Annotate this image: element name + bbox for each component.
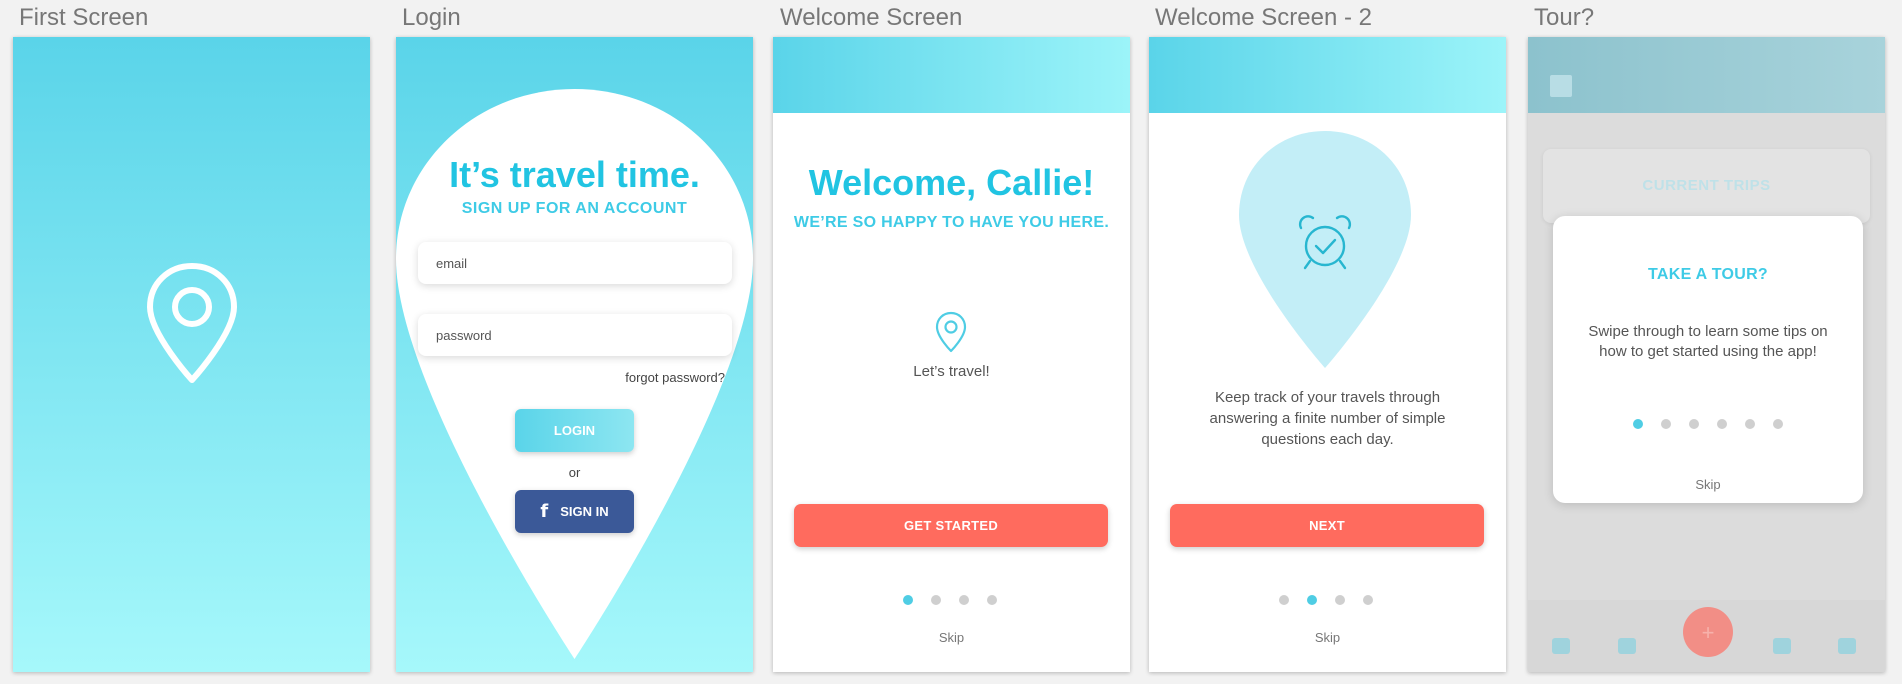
pagination-dots <box>1633 419 1783 429</box>
page-dot[interactable] <box>1363 595 1373 605</box>
add-trip-button[interactable]: + <box>1683 607 1733 657</box>
page-dot[interactable] <box>1689 419 1699 429</box>
page-dot[interactable] <box>1661 419 1671 429</box>
header-bar <box>1528 37 1885 113</box>
bell-icon[interactable] <box>1838 638 1856 654</box>
page-dot[interactable] <box>931 595 941 605</box>
or-separator: or <box>568 465 581 480</box>
artboard-title-first: First Screen <box>19 4 149 31</box>
suitcase-icon[interactable] <box>1618 638 1636 654</box>
facebook-icon: f <box>540 501 549 522</box>
header-bar <box>773 37 1130 113</box>
login-button[interactable]: LOGIN <box>515 409 634 452</box>
page-dot[interactable] <box>903 595 913 605</box>
alarm-clock-icon <box>1298 215 1352 270</box>
login-headline: It’s travel time. <box>449 154 700 195</box>
artboard-title-welcome-2: Welcome Screen - 2 <box>1155 4 1372 31</box>
artboard-title-login: Login <box>402 4 461 31</box>
artboard-title-welcome: Welcome Screen <box>780 4 963 31</box>
page-dot[interactable] <box>1279 595 1289 605</box>
welcome-headline: Welcome, Callie! <box>808 162 1095 203</box>
welcome-artboard: Welcome, Callie! WE’RE SO HAPPY TO HAVE … <box>773 37 1130 672</box>
intro-body-text: Keep track of your travels through answe… <box>1209 389 1446 448</box>
page-dot[interactable] <box>1717 419 1727 429</box>
tour-artboard: CURRENT TRIPS + TAKE A TOUR? Swipe throu… <box>1528 37 1885 672</box>
page-dot[interactable] <box>1773 419 1783 429</box>
page-dot[interactable] <box>1745 419 1755 429</box>
skip-link[interactable]: Skip <box>1553 477 1863 492</box>
skip-link[interactable]: Skip <box>773 630 1130 645</box>
plus-icon: + <box>1701 620 1715 645</box>
get-started-button[interactable]: GET STARTED <box>794 504 1108 547</box>
facebook-sign-in-button[interactable]: f SIGN IN <box>515 490 634 533</box>
user-icon[interactable] <box>1773 638 1791 654</box>
email-input[interactable] <box>418 242 732 284</box>
modal-body-text: Swipe through to learn some tips on how … <box>1588 323 1828 360</box>
lets-travel-caption: Let’s travel! <box>913 363 990 380</box>
pagination-dots <box>1279 595 1373 605</box>
pagination-dots <box>903 595 997 605</box>
artboard-title-tour: Tour? <box>1534 4 1595 31</box>
menu-icon[interactable] <box>1550 75 1572 97</box>
current-trips-card[interactable]: CURRENT TRIPS <box>1543 149 1870 223</box>
welcome-subheading: WE’RE SO HAPPY TO HAVE YOU HERE. <box>793 214 1110 231</box>
page-dot[interactable] <box>1335 595 1345 605</box>
location-pin-icon <box>147 263 237 383</box>
page-dot[interactable] <box>987 595 997 605</box>
page-dot[interactable] <box>1307 595 1317 605</box>
login-subheading: SIGN UP FOR AN ACCOUNT <box>461 200 688 217</box>
facebook-sign-in-label: SIGN IN <box>560 504 609 519</box>
page-dot[interactable] <box>1633 419 1643 429</box>
forgot-password-link[interactable]: forgot password? <box>625 370 725 385</box>
location-pin-icon <box>935 311 967 353</box>
header-bar <box>1149 37 1506 113</box>
skip-link[interactable]: Skip <box>1149 630 1506 645</box>
home-icon[interactable] <box>1552 638 1570 654</box>
page-dot[interactable] <box>959 595 969 605</box>
next-button[interactable]: NEXT <box>1170 504 1484 547</box>
login-artboard: It’s travel time. SIGN UP FOR AN ACCOUNT… <box>396 37 753 672</box>
modal-title: TAKE A TOUR? <box>1647 266 1769 283</box>
take-a-tour-modal: TAKE A TOUR? Swipe through to learn some… <box>1553 216 1863 503</box>
password-input[interactable] <box>418 314 732 356</box>
first-screen-artboard <box>13 37 370 672</box>
welcome-2-artboard: Keep track of your travels through answe… <box>1149 37 1506 672</box>
